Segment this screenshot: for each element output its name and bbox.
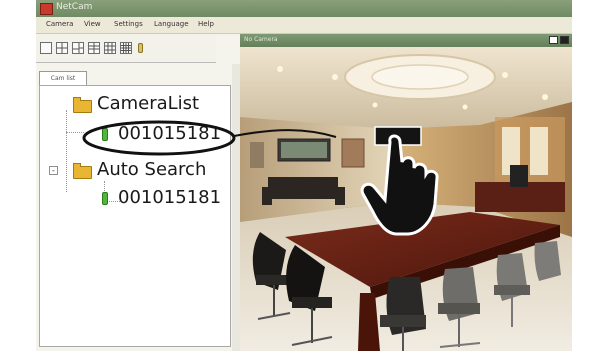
app-window: NetCam Camera View Settings Language Hel… bbox=[36, 0, 572, 351]
callout-overlay bbox=[82, 120, 337, 156]
callout-connector bbox=[233, 129, 337, 138]
highlight-ellipse bbox=[82, 120, 236, 156]
